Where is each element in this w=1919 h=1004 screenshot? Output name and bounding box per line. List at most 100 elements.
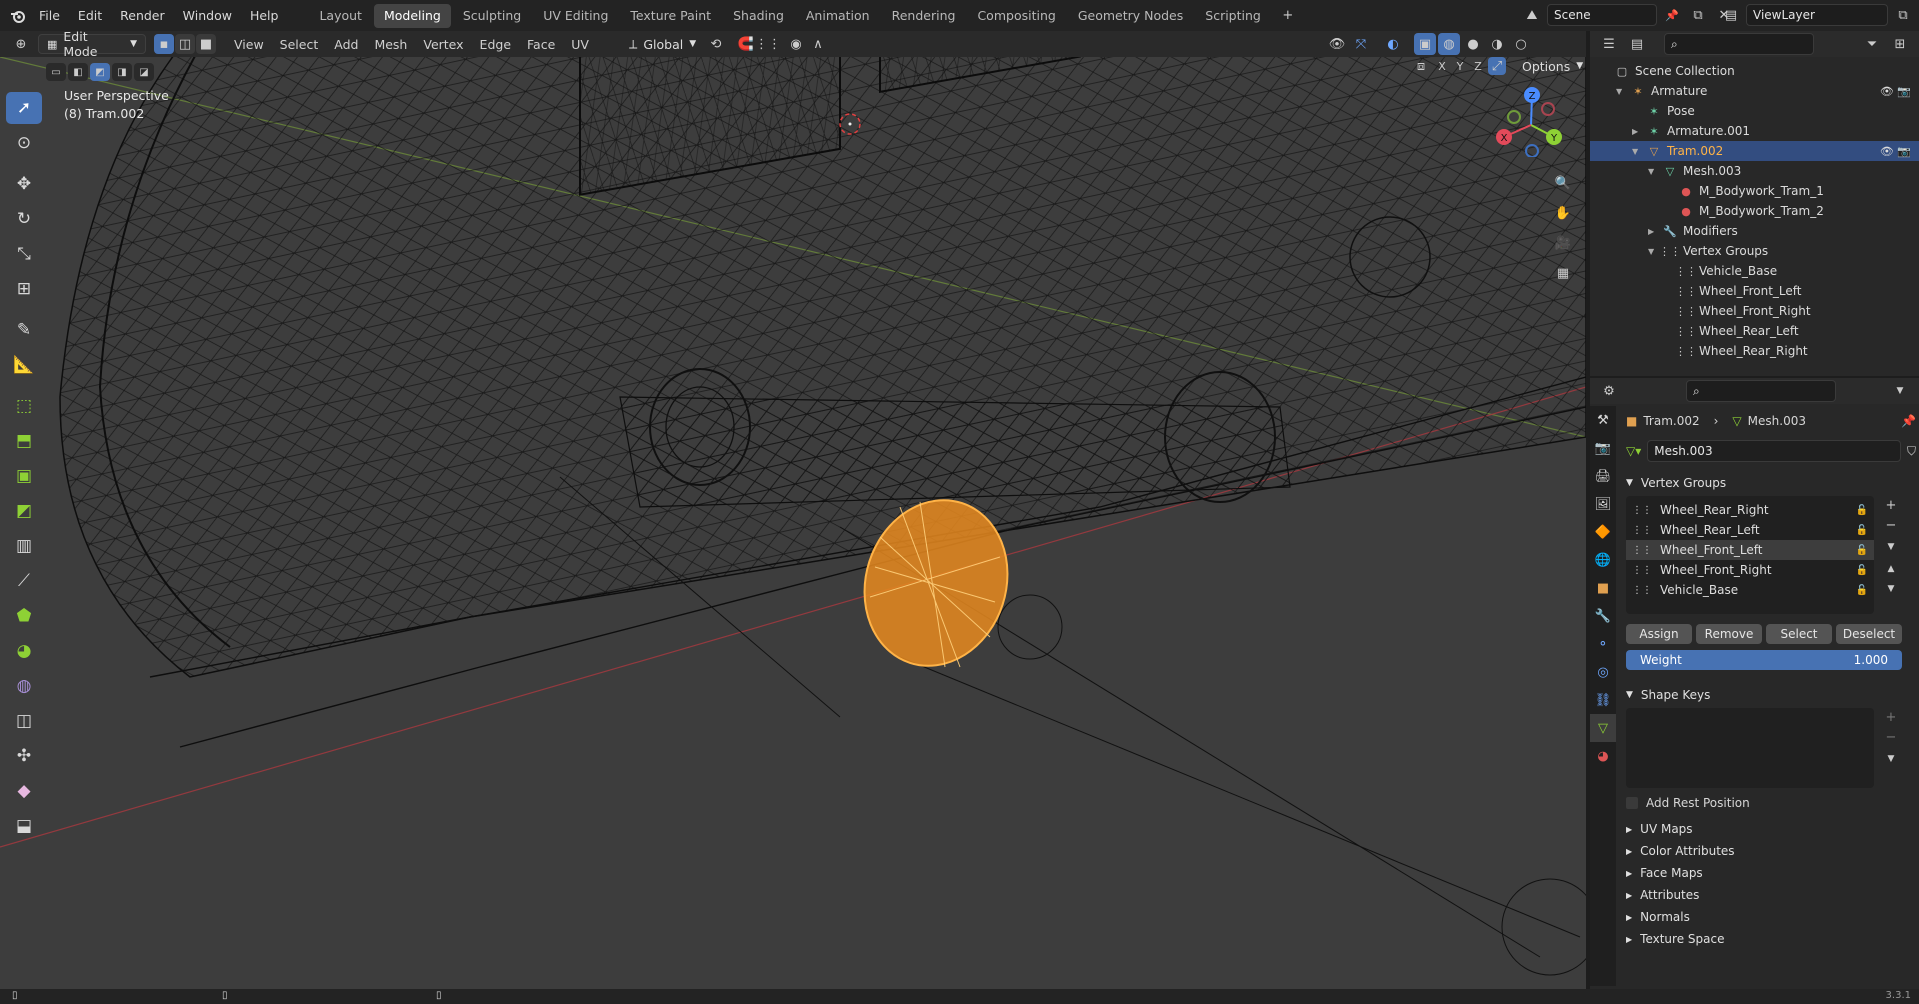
wireframe-shading-icon[interactable]: ◍ <box>1438 33 1460 55</box>
tab-rendering[interactable]: Rendering <box>882 4 966 28</box>
lock-icon[interactable]: 🔓 <box>1856 545 1868 556</box>
panel-uv-maps[interactable]: ▶ UV Maps <box>1626 818 1916 840</box>
add-shape-key-icon[interactable]: + <box>1880 708 1902 726</box>
lock-icon[interactable]: 🔓 <box>1856 585 1868 596</box>
xray-icon[interactable]: ▣ <box>1414 33 1436 55</box>
panel-face-maps[interactable]: ▶ Face Maps <box>1626 862 1916 884</box>
copy-view-layer-icon[interactable]: ⧉ <box>1892 4 1914 26</box>
tab-sculpting[interactable]: Sculpting <box>453 4 531 28</box>
gizmo-toggle-icon[interactable]: ⤧ <box>1350 33 1372 55</box>
tab-modeling[interactable]: Modeling <box>373 3 451 28</box>
tab-animation[interactable]: Animation <box>796 4 880 28</box>
select-new-icon[interactable]: ▭ <box>46 63 66 81</box>
menu-help[interactable]: Help <box>241 0 288 31</box>
world-tab-icon[interactable]: 🌐 <box>1590 546 1616 574</box>
expand-arrow-icon[interactable]: ▼ <box>1648 167 1662 176</box>
solid-shading-icon[interactable]: ● <box>1462 33 1484 55</box>
mirror-z-toggle[interactable]: Z <box>1470 57 1486 77</box>
visibility-icon[interactable]: 👁 <box>1326 33 1348 55</box>
navigation-gizmo[interactable]: Z Y X <box>1496 87 1566 157</box>
visibility-toggle-icon[interactable]: 👁 📷 <box>1880 85 1911 98</box>
viewport-menu-vertex[interactable]: Vertex <box>415 37 471 52</box>
overlays-icon[interactable]: ◐ <box>1382 33 1404 55</box>
scene-tab-icon[interactable]: 🔶 <box>1590 518 1616 546</box>
rendered-shading-icon[interactable]: ○ <box>1510 33 1532 55</box>
select-intersect-icon[interactable]: ◪ <box>134 63 154 81</box>
material-shading-icon[interactable]: ◑ <box>1486 33 1508 55</box>
zoom-icon[interactable]: 🔍 <box>1552 172 1574 194</box>
deselect-button[interactable]: Deselect <box>1836 624 1902 644</box>
scene-selector[interactable]: Scene <box>1547 4 1657 26</box>
physics-tab-icon[interactable]: ◎ <box>1590 658 1616 686</box>
blender-logo-icon[interactable] <box>6 5 30 27</box>
vertex-groups-panel-header[interactable]: ▼ Vertex Groups <box>1626 470 1916 496</box>
outliner-row[interactable]: ▼ ⋮⋮ Vertex Groups <box>1590 241 1919 261</box>
mirror-y-toggle[interactable]: Y <box>1452 57 1468 77</box>
pin-icon[interactable]: 📌 <box>1661 4 1683 26</box>
collapse-arrow-icon[interactable]: ▶ <box>1648 227 1662 236</box>
viewport-menu-uv[interactable]: UV <box>563 37 597 52</box>
tab-scripting[interactable]: Scripting <box>1195 4 1271 28</box>
spin-tool-icon[interactable]: ◕ <box>6 635 42 667</box>
editor-type-icon[interactable]: ☰ <box>1598 33 1620 55</box>
panel-normals[interactable]: ▶ Normals <box>1626 906 1916 928</box>
view-layer-selector[interactable]: ViewLayer <box>1746 4 1888 26</box>
mesh-data-icon[interactable]: ▽▾ <box>1626 444 1641 458</box>
options-dropdown[interactable]: Options ▼ <box>1514 57 1586 76</box>
add-cube-tool-icon[interactable]: ⬚ <box>6 390 42 422</box>
outliner-search-field[interactable]: ⌕ <box>1664 33 1814 55</box>
output-tab-icon[interactable]: 🖨 <box>1590 462 1616 490</box>
camera-view-icon[interactable]: 🎥 <box>1552 232 1574 254</box>
outliner-row[interactable]: ⋮⋮ Wheel_Rear_Right <box>1590 341 1919 361</box>
menu-render[interactable]: Render <box>111 0 174 31</box>
viewport-menu-face[interactable]: Face <box>519 37 563 52</box>
select-button[interactable]: Select <box>1766 624 1832 644</box>
mesh-name-field[interactable]: Mesh.003 <box>1647 440 1901 462</box>
proportional-edit-icon[interactable]: ◉ <box>785 33 807 55</box>
edge-select-icon[interactable]: ◫ <box>175 34 195 54</box>
measure-tool-icon[interactable]: 📐 <box>6 349 42 381</box>
select-box-tool-icon[interactable]: ➚ <box>6 92 42 124</box>
view-layer-tab-icon[interactable]: 🖼 <box>1590 490 1616 518</box>
move-tool-icon[interactable]: ✥ <box>6 168 42 200</box>
vertex-group-item[interactable]: ⋮⋮ Wheel_Front_Right 🔓 <box>1626 560 1874 580</box>
tab-layout[interactable]: Layout <box>309 4 372 28</box>
viewport-menu-add[interactable]: Add <box>326 37 366 52</box>
collapse-arrow-icon[interactable]: ▶ <box>1632 127 1646 136</box>
falloff-icon[interactable]: ∧ <box>807 33 829 55</box>
remove-shape-key-icon[interactable]: − <box>1880 728 1902 746</box>
panel-texture-space[interactable]: ▶ Texture Space <box>1626 928 1916 950</box>
lock-icon[interactable]: 🔓 <box>1856 505 1868 516</box>
select-subtract-icon[interactable]: ◩ <box>90 63 110 81</box>
outliner-row[interactable]: ⋮⋮ Wheel_Front_Right <box>1590 301 1919 321</box>
3d-viewport[interactable]: ▭ ◧ ◩ ◨ ◪ User Perspective (8) Tram.002 … <box>0 57 1586 989</box>
outliner-row[interactable]: ⋮⋮ Vehicle_Base <box>1590 261 1919 281</box>
inset-tool-icon[interactable]: ▣ <box>6 460 42 492</box>
object-tab-icon[interactable]: ■ <box>1590 574 1616 602</box>
tab-texture-paint[interactable]: Texture Paint <box>620 4 721 28</box>
lock-icon[interactable]: 🔓 <box>1856 565 1868 576</box>
shape-key-specials-icon[interactable]: ▼ <box>1880 748 1902 770</box>
knife-tool-icon[interactable]: ⟋ <box>6 565 42 597</box>
rip-region-tool-icon[interactable]: ⬓ <box>6 810 42 842</box>
outliner-row[interactable]: ⋮⋮ Wheel_Rear_Left <box>1590 321 1919 341</box>
material-tab-icon[interactable]: ◕ <box>1590 742 1616 770</box>
face-select-icon[interactable]: ■ <box>196 34 216 54</box>
mirror-x-toggle[interactable]: X <box>1434 57 1450 77</box>
vertex-select-icon[interactable]: ▪ <box>154 34 174 54</box>
vertex-group-list[interactable]: ⋮⋮ Wheel_Rear_Right 🔓 ⋮⋮ Wheel_Rear_Left 🔓 ⋮⋮ W… <box>1626 496 1874 614</box>
vertex-group-item[interactable]: ⋮⋮ Wheel_Rear_Left 🔓 <box>1626 520 1874 540</box>
shape-key-list[interactable] <box>1626 708 1874 788</box>
mesh-data-tab-icon[interactable]: ▽ <box>1590 714 1616 742</box>
scale-tool-icon[interactable]: ⤡ <box>6 238 42 270</box>
move-up-icon[interactable]: ▲ <box>1880 560 1902 578</box>
new-collection-icon[interactable]: ⊞ <box>1889 33 1911 55</box>
select-extend-icon[interactable]: ◧ <box>68 63 88 81</box>
vertex-group-item[interactable]: ⋮⋮ Vehicle_Base 🔓 <box>1626 580 1874 600</box>
weight-slider[interactable]: Weight 1.000 <box>1626 650 1902 670</box>
particles-tab-icon[interactable]: ⚬ <box>1590 630 1616 658</box>
add-vertex-group-icon[interactable]: + <box>1880 496 1902 514</box>
viewport-menu-select[interactable]: Select <box>272 37 327 52</box>
menu-file[interactable]: File <box>30 0 69 31</box>
chevron-down-icon[interactable]: ▼ <box>1889 380 1911 402</box>
